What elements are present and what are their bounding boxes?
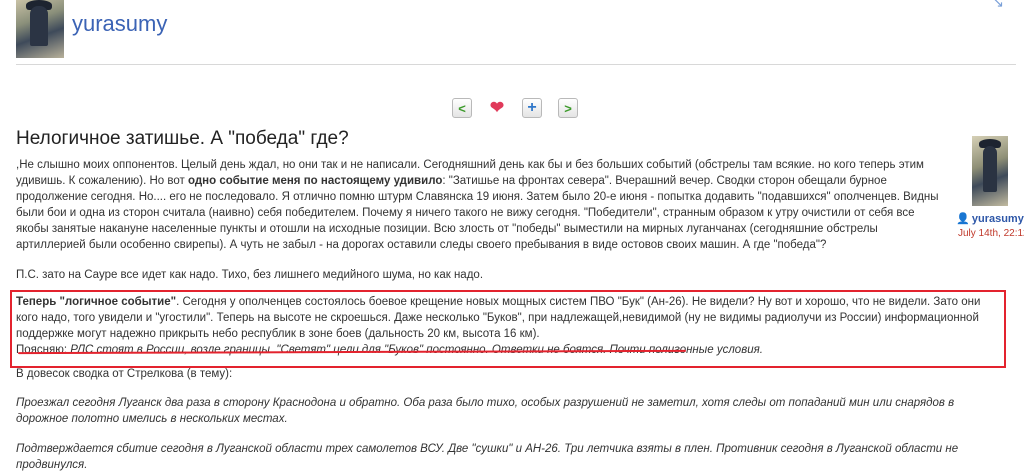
add-to-memories-button[interactable]: + <box>522 98 542 118</box>
paragraph-6: Подтверждается сбитие сегодня в Луганско… <box>16 443 959 471</box>
arrow-left-icon: < <box>458 100 466 116</box>
avatar-figure-shape <box>30 6 48 46</box>
author-avatar-figure-shape <box>983 146 997 192</box>
paragraph-4: В довесок сводка от Стрелкова (в тему): <box>16 368 233 380</box>
highlighted-paragraph: Теперь "логичное событие". Сегодня у опо… <box>16 294 996 358</box>
paragraph-1: ,Не слышно моих оппонентов. Целый день ж… <box>16 157 950 253</box>
paragraph-1-bold: одно событие меня по настоящему удивило <box>187 175 443 187</box>
corner-arrow-icon[interactable]: ↘ <box>992 0 1004 11</box>
author-name: yurasumy <box>971 212 1024 225</box>
journal-header: yurasumy ↘ <box>16 0 1016 62</box>
author-link[interactable]: 👤 yurasumy <box>956 212 1024 226</box>
entry-date[interactable]: July 14th, 22:12 <box>958 228 1024 239</box>
next-entry-button[interactable]: > <box>558 98 578 118</box>
prev-entry-button[interactable]: < <box>452 98 472 118</box>
entry-navigation: < ❤ + > <box>452 98 578 118</box>
paragraph-3-bold: Теперь "логичное событие" <box>16 296 177 308</box>
journal-avatar[interactable] <box>16 0 64 58</box>
heart-icon: ❤ <box>489 97 505 117</box>
plus-icon: + <box>527 99 537 116</box>
author-avatar[interactable] <box>972 136 1008 206</box>
like-button[interactable]: ❤ <box>488 98 506 116</box>
journal-title[interactable]: yurasumy <box>72 11 167 37</box>
paragraph-5: Проезжал сегодня Луганск два раза в стор… <box>16 397 955 425</box>
note-label: Поясняю: <box>16 344 68 356</box>
post-body: ,Не слышно моих оппонентов. Целый день ж… <box>16 157 950 283</box>
arrow-right-icon: > <box>564 100 572 116</box>
paragraph-2: П.С. зато на Сауре все идет как надо. Ти… <box>16 269 484 281</box>
header-divider <box>16 64 1016 65</box>
user-icon: 👤 <box>956 213 970 225</box>
paragraph-3: Теперь "логичное событие". Сегодня у опо… <box>16 294 996 342</box>
post-title: Нелогичное затишье. А "победа" где? <box>16 128 349 149</box>
author-box: 👤 yurasumy July 14th, 22:12 <box>956 136 1024 239</box>
